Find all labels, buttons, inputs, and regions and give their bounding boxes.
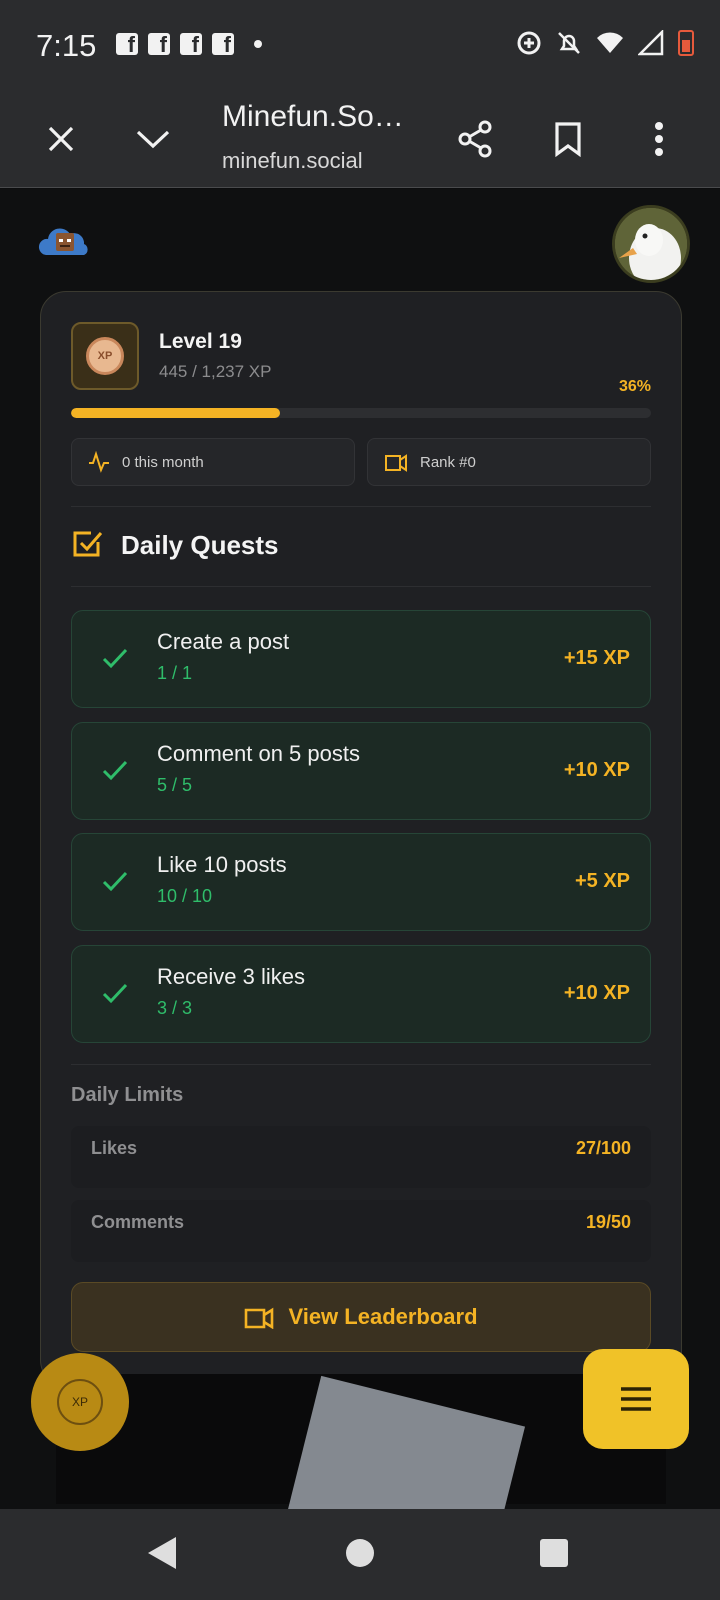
cell-signal-icon (638, 30, 664, 56)
system-nav-bar (0, 1509, 720, 1600)
cloud-logo-icon (38, 228, 88, 255)
rank-stat: Rank #0 (367, 438, 651, 486)
battery-icon (678, 30, 694, 56)
level-progress-fill (71, 408, 280, 418)
quest-progress: 5 / 5 (157, 775, 193, 795)
divider (71, 506, 651, 507)
close-button[interactable] (36, 114, 86, 164)
more-vert-icon (655, 122, 663, 156)
quest-reward: +15 XP (563, 647, 630, 669)
page-content: XP Level 19 445 / 1,237 XP 36% 0 this mo… (0, 189, 720, 1509)
share-icon (458, 120, 492, 158)
daily-quests-title: Daily Quests (121, 530, 279, 560)
recent-apps-icon[interactable] (540, 1539, 568, 1567)
facebook-icon (180, 32, 202, 58)
menu-fab-button[interactable] (583, 1349, 689, 1449)
quest-name: Like 10 posts (157, 852, 287, 877)
more-options-button[interactable] (634, 114, 684, 164)
comments-limit-label: Comments (91, 1212, 185, 1232)
goose-avatar-icon (615, 208, 687, 280)
level-progress-bar (71, 408, 651, 418)
likes-limit-row: Likes 27/100 (71, 1126, 651, 1188)
hamburger-menu-icon (621, 1387, 651, 1411)
facebook-icon (212, 32, 234, 58)
trophy-icon (385, 454, 407, 472)
check-icon (102, 983, 128, 1004)
xp-fab-button[interactable]: XP (31, 1353, 129, 1451)
check-icon (102, 760, 128, 781)
bookmark-button[interactable] (543, 114, 593, 164)
quest-name: Receive 3 likes (157, 964, 305, 989)
page-title: Minefun.So… (222, 100, 404, 133)
xp-coin-icon: XP (57, 1379, 103, 1425)
browser-toolbar: Minefun.So… minefun.social (0, 90, 720, 188)
notifications-off-icon (558, 32, 580, 54)
level-title: Level 19 (159, 330, 242, 353)
user-avatar[interactable] (612, 205, 690, 283)
level-badge: XP (71, 322, 139, 390)
view-leaderboard-label: View Leaderboard (288, 1304, 478, 1329)
quest-reward: +5 XP (574, 870, 630, 892)
comments-limit-row: Comments 19/50 (71, 1200, 651, 1262)
monthly-xp-stat: 0 this month (71, 438, 355, 486)
check-icon (102, 648, 128, 669)
data-saver-icon (517, 31, 541, 55)
chevron-down-icon (136, 130, 170, 149)
activity-icon (89, 451, 109, 473)
rank-label: Rank #0 (420, 453, 476, 471)
quest-item: Like 10 posts 10 / 10 +5 XP (71, 833, 651, 931)
facebook-icon (116, 32, 138, 58)
more-notifications-dot (254, 40, 262, 48)
view-leaderboard-button[interactable]: View Leaderboard (71, 1282, 651, 1352)
likes-limit-label: Likes (91, 1138, 138, 1158)
quest-progress: 3 / 3 (157, 998, 193, 1018)
quest-reward: +10 XP (563, 759, 630, 781)
minimize-button[interactable] (128, 114, 178, 164)
monthly-xp-label: 0 this month (122, 453, 204, 471)
quest-name: Create a post (157, 629, 290, 654)
xp-panel: XP Level 19 445 / 1,237 XP 36% 0 this mo… (40, 291, 682, 1386)
divider (71, 1064, 651, 1065)
trophy-icon (245, 1307, 274, 1329)
level-xp-text: 445 / 1,237 XP (159, 362, 272, 381)
quest-item: Create a post 1 / 1 +15 XP (71, 610, 651, 708)
status-indicators (516, 30, 694, 56)
status-time: 7:15 (36, 28, 97, 63)
quest-item: Receive 3 likes 3 / 3 +10 XP (71, 945, 651, 1043)
page-url: minefun.social (222, 148, 363, 173)
level-percent: 36% (618, 378, 651, 395)
home-icon[interactable] (346, 1539, 374, 1567)
back-icon[interactable] (148, 1537, 176, 1569)
xp-coin-icon: XP (86, 337, 124, 375)
quest-item: Comment on 5 posts 5 / 5 +10 XP (71, 722, 651, 820)
bookmark-icon (555, 122, 581, 157)
check-icon (102, 871, 128, 892)
quest-reward: +10 XP (563, 982, 630, 1004)
quest-name: Comment on 5 posts (157, 741, 360, 766)
wifi-icon (597, 32, 623, 53)
share-button[interactable] (450, 114, 500, 164)
facebook-icon (148, 32, 170, 58)
checkbox-icon (73, 531, 103, 557)
daily-limits-title: Daily Limits (71, 1084, 184, 1106)
close-icon (48, 126, 74, 152)
likes-limit-value: 27/100 (575, 1138, 631, 1158)
quest-progress: 10 / 10 (157, 886, 213, 906)
divider (71, 586, 651, 587)
site-logo[interactable] (38, 223, 92, 259)
notification-icons (116, 32, 262, 58)
quest-progress: 1 / 1 (157, 663, 193, 683)
status-bar: 7:15 (0, 0, 720, 90)
comments-limit-value: 19/50 (585, 1212, 631, 1232)
